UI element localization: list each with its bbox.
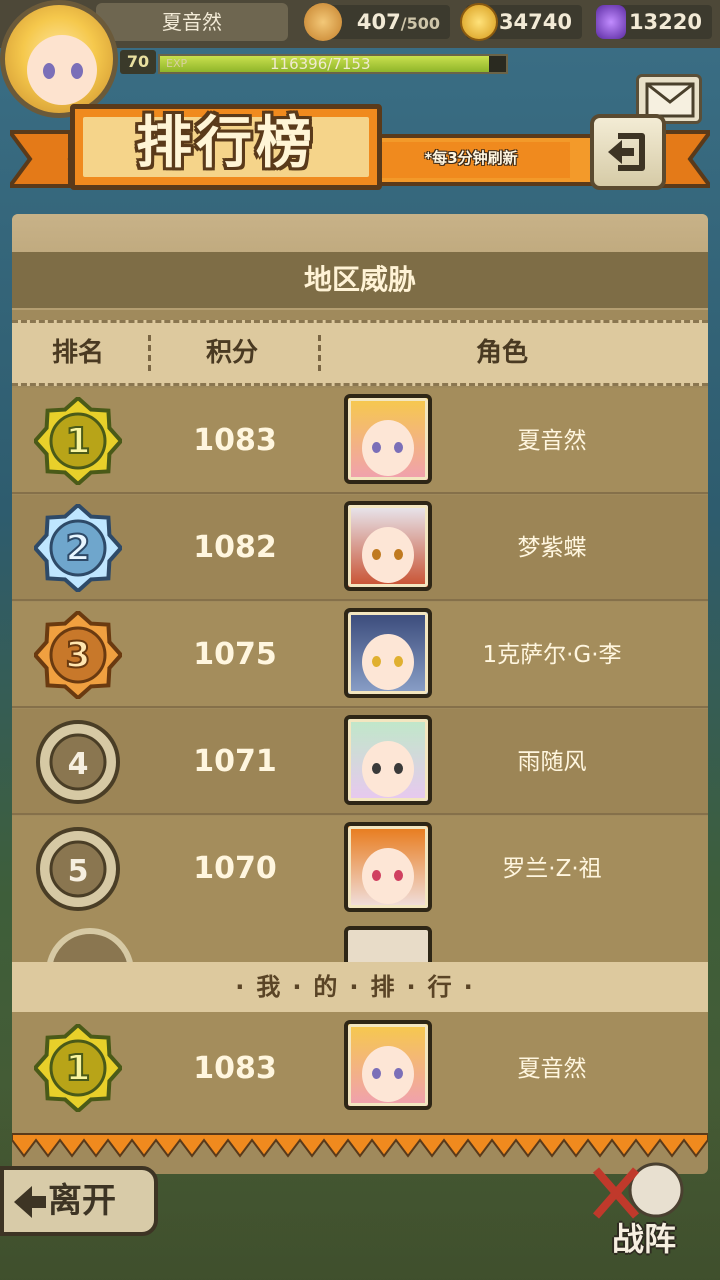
refresh-note: *每3分钟刷新 <box>424 149 518 167</box>
rank-number: 1 <box>65 421 90 462</box>
my-character-portrait <box>344 1020 432 1110</box>
rank-medal-icon: 2 <box>34 504 122 592</box>
character-portrait[interactable] <box>344 394 432 484</box>
column-header: 排名 积分 角色 <box>12 320 708 386</box>
rank-number: 2 <box>65 528 90 569</box>
leave-button[interactable]: 离开 <box>0 1166 158 1236</box>
panel-title: 地区威胁 <box>12 252 708 308</box>
list-item[interactable]: 5 1070 罗兰·Z·祖 <box>12 816 708 922</box>
column-score: 积分 <box>205 338 258 368</box>
rank-medal-icon: 1 <box>34 1024 122 1112</box>
column-rank: 排名 <box>51 338 104 368</box>
leave-label: 离开 <box>48 1181 116 1221</box>
gold-value: 34740 <box>498 10 572 34</box>
character-portrait[interactable] <box>344 501 432 591</box>
character-portrait[interactable] <box>344 608 432 698</box>
gold-counter[interactable]: 34740 <box>460 3 582 41</box>
avatar-eye <box>71 63 83 79</box>
page-title: 排行榜 <box>136 111 316 176</box>
score: 1071 <box>193 744 277 779</box>
rank-number: 5 <box>68 854 89 889</box>
character-name: 罗兰·Z·祖 <box>502 856 602 882</box>
score: 1083 <box>193 423 277 458</box>
list-item[interactable]: 4 1071 雨随风 <box>12 709 708 815</box>
column-character: 角色 <box>475 338 528 368</box>
left-arrow-icon <box>14 1186 46 1218</box>
rank-number: 3 <box>65 635 90 676</box>
exp-text: 116396/7153 <box>270 55 371 73</box>
character-name: 夏音然 <box>517 428 587 454</box>
character-portrait[interactable] <box>344 822 432 912</box>
gem-icon <box>596 5 626 39</box>
leaderboard-list[interactable]: 1 1083 夏音然 2 1082 梦紫蝶 3 1075 1克萨尔·G·李 4 1071 雨随风 5 10… <box>12 388 708 960</box>
back-button[interactable] <box>590 114 666 190</box>
my-rank-header: ·我·的·排·行· <box>12 962 708 1012</box>
character-portrait[interactable] <box>344 715 432 805</box>
rank-number: 1 <box>65 1048 90 1089</box>
formation-label: 战阵 <box>612 1220 677 1258</box>
avatar-face <box>27 35 97 105</box>
bread-icon <box>304 3 342 41</box>
rank-medal-icon: 4 <box>36 720 120 804</box>
gold-coin-icon <box>460 3 498 41</box>
rank-medal-icon: 3 <box>34 611 122 699</box>
rank-medal-icon: 5 <box>36 827 120 911</box>
list-item-partial <box>12 920 708 964</box>
player-name: 夏音然 <box>96 3 288 41</box>
score: 1082 <box>193 530 277 565</box>
exp-label: EXP <box>166 57 188 70</box>
player-level: 70 <box>120 50 156 74</box>
list-item[interactable]: 3 1075 1克萨尔·G·李 <box>12 602 708 708</box>
rank-medal-icon: 1 <box>34 397 122 485</box>
stamina-counter[interactable]: 407/500 <box>304 3 450 41</box>
gem-counter[interactable]: 13220 <box>596 5 712 39</box>
my-rank-row[interactable]: 1 1083 夏音然 <box>12 1012 708 1126</box>
score: 1075 <box>193 637 277 672</box>
formation-button[interactable]: 战阵 <box>582 1160 712 1260</box>
player-avatar[interactable] <box>0 0 118 118</box>
my-character-name: 夏音然 <box>517 1056 587 1082</box>
envelope-icon <box>645 82 695 118</box>
stamina-value: 407 <box>356 10 401 34</box>
my-score: 1083 <box>193 1051 277 1086</box>
rank-medal-icon <box>46 928 134 964</box>
return-arrow-icon <box>608 133 645 171</box>
character-name: 雨随风 <box>517 749 587 775</box>
stamina-max: /500 <box>400 14 440 33</box>
list-item[interactable]: 1 1083 夏音然 <box>12 388 708 494</box>
character-name: 1克萨尔·G·李 <box>482 642 622 668</box>
rank-number: 4 <box>68 747 89 782</box>
exp-bar: EXP 116396/7153 <box>158 54 508 74</box>
character-portrait <box>344 926 432 964</box>
list-item[interactable]: 2 1082 梦紫蝶 <box>12 495 708 601</box>
score: 1070 <box>193 851 277 886</box>
avatar-eye <box>43 63 55 79</box>
character-name: 梦紫蝶 <box>517 535 587 561</box>
gem-value: 13220 <box>628 10 702 34</box>
title-plate: 排行榜 <box>70 104 382 190</box>
